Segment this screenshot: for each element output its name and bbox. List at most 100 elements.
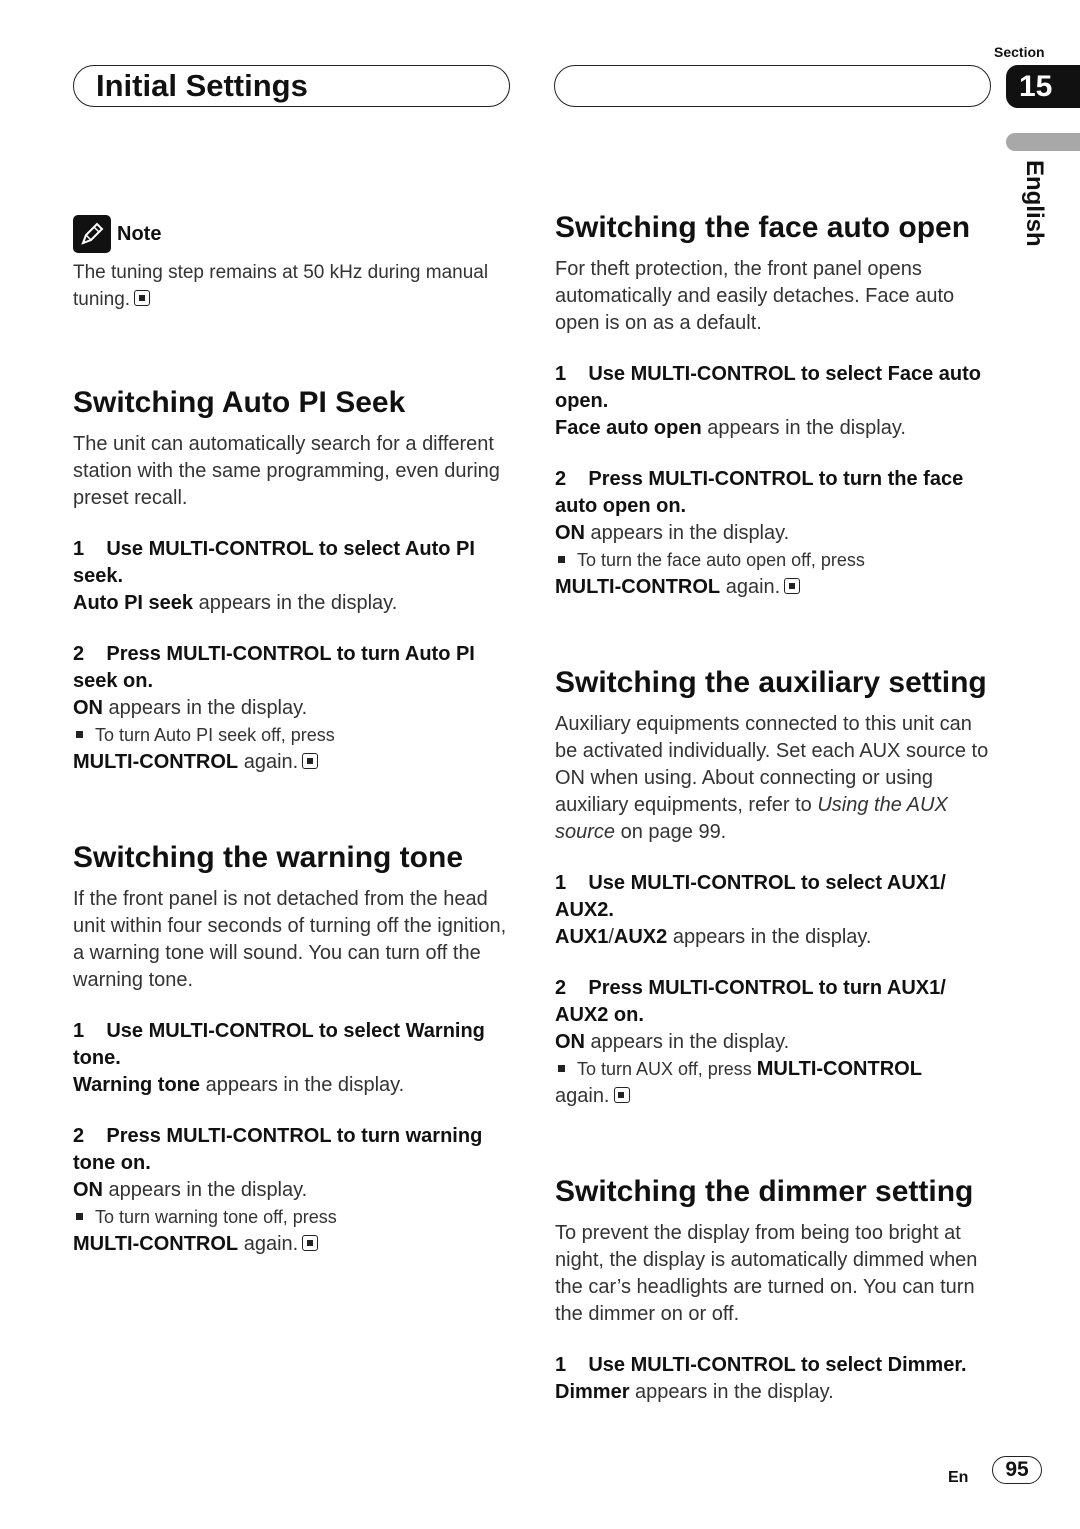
result-text: appears in the display. (701, 417, 906, 439)
auto-pi-bullet-cont: MULTI-CONTROL again. (73, 749, 513, 776)
header-title-box: Initial Settings (73, 65, 510, 107)
step-number: 2 (555, 977, 567, 999)
section-title-auto-pi: Switching Auto PI Seek (73, 386, 406, 419)
bullet-text: To turn AUX off, press (577, 1059, 757, 1079)
display-term: Warning tone (73, 1074, 201, 1096)
step-text: Use MULTI-CONTROL to select Auto PI seek… (73, 538, 475, 587)
auto-pi-intro: The unit can automatically search for a … (73, 433, 500, 509)
step-number: 1 (555, 1354, 567, 1376)
note-heading: Note (73, 215, 513, 253)
end-mark-icon (784, 578, 801, 594)
bullet-rest: again. (238, 751, 299, 773)
step-text: Use MULTI-CONTROL to select Warning tone… (73, 1020, 485, 1069)
bullet-square-icon (558, 1065, 565, 1072)
language-tab (1006, 133, 1080, 151)
result-text: appears in the display. (200, 1074, 405, 1096)
step-text: Press MULTI-CONTROL to turn AUX1/ AUX2 o… (555, 977, 946, 1026)
dimmer-step-1: 1 Use MULTI-CONTROL to select Dimmer. (555, 1352, 995, 1379)
auto-pi-step-1: 1 Use MULTI-CONTROL to select Auto PI se… (73, 536, 513, 590)
auto-pi-step-1-result: Auto PI seek appears in the display. (73, 590, 513, 617)
warning-tone-bullet: To turn warning tone off, press (73, 1204, 513, 1231)
step-text: Use MULTI-CONTROL to select AUX1/ AUX2. (555, 872, 946, 921)
auxiliary-intro: Auxiliary equipments connected to this u… (555, 711, 995, 846)
display-term: Face auto open (555, 417, 702, 439)
section-title-dimmer: Switching the dimmer setting (555, 1175, 974, 1208)
step-text: Press MULTI-CONTROL to turn warning tone… (73, 1125, 483, 1174)
bullet-square-icon (558, 556, 565, 563)
auxiliary-bullet-cont: again. (555, 1083, 995, 1110)
result-text: appears in the display. (585, 1031, 790, 1053)
end-mark-icon (134, 290, 151, 306)
bullet-square-icon (76, 731, 83, 738)
bullet-text: To turn Auto PI seek off, press (95, 725, 335, 745)
display-term: Dimmer (555, 1381, 630, 1403)
step-number: 1 (555, 872, 567, 894)
warning-tone-step-1: 1 Use MULTI-CONTROL to select Warning to… (73, 1018, 513, 1072)
result-text: appears in the display. (585, 522, 790, 544)
bullet-rest: again. (238, 1233, 299, 1255)
face-auto-open-bullet: To turn the face auto open off, press (555, 547, 995, 574)
display-term: Auto PI seek (73, 592, 194, 614)
section-title-warning-tone: Switching the warning tone (73, 841, 463, 874)
section-title-face-auto-open: Switching the face auto open (555, 211, 971, 244)
result-text: appears in the display. (103, 1179, 308, 1201)
section-title-auxiliary: Switching the auxiliary setting (555, 666, 987, 699)
section-number-badge: 15 (1006, 65, 1080, 108)
control-name: MULTI-CONTROL (73, 1233, 239, 1255)
result-text: appears in the display. (193, 592, 398, 614)
end-mark-icon (302, 1235, 319, 1251)
step-text: Use MULTI-CONTROL to select Face auto op… (555, 363, 982, 412)
note-label: Note (117, 222, 162, 245)
warning-tone-step-2-result: ON appears in the display. (73, 1177, 513, 1204)
warning-tone-intro: If the front panel is not detached from … (73, 888, 507, 991)
face-auto-open-intro: For theft protection, the front panel op… (555, 258, 955, 334)
face-auto-open-step-2-result: ON appears in the display. (555, 520, 995, 547)
display-term: ON (73, 1179, 103, 1201)
result-text: appears in the display. (667, 926, 872, 948)
step-number: 2 (73, 1125, 85, 1147)
control-name: MULTI-CONTROL (73, 751, 239, 773)
auxiliary-bullet: To turn AUX off, press MULTI-CONTROL (555, 1056, 995, 1083)
warning-tone-step-2: 2 Press MULTI-CONTROL to turn warning to… (73, 1123, 513, 1177)
control-name: MULTI-CONTROL (756, 1058, 922, 1080)
page-number: 95 (992, 1456, 1042, 1484)
step-number: 2 (73, 643, 85, 665)
language-label: English (1021, 160, 1048, 247)
bullet-text: To turn the face auto open off, press (577, 550, 865, 570)
display-term: AUX2 (613, 926, 668, 948)
warning-tone-bullet-cont: MULTI-CONTROL again. (73, 1231, 513, 1258)
step-text: Press MULTI-CONTROL to turn Auto PI seek… (73, 643, 475, 692)
auto-pi-step-2: 2 Press MULTI-CONTROL to turn Auto PI se… (73, 641, 513, 695)
display-term: ON (73, 697, 103, 719)
left-column: Note The tuning step remains at 50 kHz d… (73, 215, 513, 1258)
bullet-square-icon (76, 1213, 83, 1220)
auxiliary-step-1-result: AUX1/AUX2 appears in the display. (555, 924, 995, 951)
face-auto-open-step-1-result: Face auto open appears in the display. (555, 415, 995, 442)
step-number: 1 (73, 1020, 85, 1042)
header-empty-box (554, 65, 991, 107)
step-text: Use MULTI-CONTROL to select Dimmer. (588, 1354, 967, 1376)
warning-tone-step-1-result: Warning tone appears in the display. (73, 1072, 513, 1099)
step-number: 2 (555, 468, 567, 490)
end-mark-icon (613, 1087, 630, 1103)
step-text: Press MULTI-CONTROL to turn the face aut… (555, 468, 964, 517)
result-text: appears in the display. (103, 697, 308, 719)
intro-text-end: on page 99. (615, 821, 727, 843)
bullet-rest: again. (720, 576, 781, 598)
auto-pi-bullet: To turn Auto PI seek off, press (73, 722, 513, 749)
page-title: Initial Settings (96, 68, 308, 103)
dimmer-step-1-result: Dimmer appears in the display. (555, 1379, 995, 1406)
face-auto-open-step-2: 2 Press MULTI-CONTROL to turn the face a… (555, 466, 995, 520)
display-term: ON (555, 522, 585, 544)
footer-language-code: En (948, 1469, 969, 1486)
face-auto-open-step-1: 1 Use MULTI-CONTROL to select Face auto … (555, 361, 995, 415)
control-name: MULTI-CONTROL (555, 576, 721, 598)
auxiliary-step-1: 1 Use MULTI-CONTROL to select AUX1/ AUX2… (555, 870, 995, 924)
note-text: The tuning step remains at 50 kHz during… (73, 259, 513, 313)
section-label: Section (994, 44, 1045, 60)
step-number: 1 (73, 538, 85, 560)
display-term: AUX1 (555, 926, 609, 948)
right-column: Switching the face auto open For theft p… (555, 210, 995, 1406)
face-auto-open-bullet-cont: MULTI-CONTROL again. (555, 574, 995, 601)
pencil-icon (73, 215, 111, 253)
